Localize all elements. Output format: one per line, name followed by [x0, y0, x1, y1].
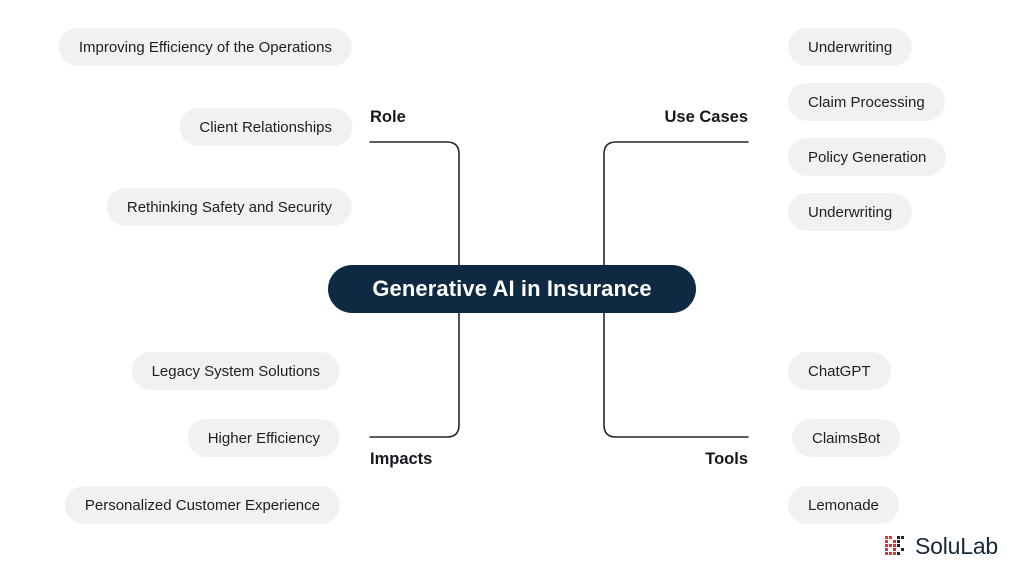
node-label: Legacy System Solutions: [151, 362, 320, 380]
branch-label-tools: Tools: [705, 450, 748, 468]
node-label: Personalized Customer Experience: [84, 496, 320, 514]
node-role-3[interactable]: Rethinking Safety and Security: [106, 188, 352, 226]
solulab-mark-icon: [885, 536, 904, 555]
solulab-wordmark: SoluLab: [915, 532, 999, 559]
node-label: Improving Efficiency of the Operations: [78, 38, 332, 56]
node-label: ChatGPT: [808, 362, 871, 380]
connector-role: [369, 141, 460, 266]
connector-tools: [603, 312, 749, 438]
node-use-cases-2[interactable]: Claim Processing: [788, 83, 945, 121]
node-label: ClaimsBot: [812, 429, 881, 447]
node-use-cases-4[interactable]: Underwriting: [788, 193, 913, 231]
node-impacts-1[interactable]: Legacy System Solutions: [131, 352, 340, 390]
node-label: Rethinking Safety and Security: [126, 198, 332, 216]
node-label: Underwriting: [808, 38, 893, 56]
node-use-cases-3[interactable]: Policy Generation: [788, 138, 947, 176]
node-role-1[interactable]: Improving Efficiency of the Operations: [58, 28, 352, 66]
node-tools-3[interactable]: Lemonade: [788, 486, 899, 524]
node-impacts-2[interactable]: Higher Efficiency: [187, 419, 340, 457]
central-node[interactable]: Generative AI in Insurance: [328, 265, 696, 313]
node-tools-1[interactable]: ChatGPT: [788, 352, 891, 390]
node-label: Claim Processing: [808, 93, 925, 111]
node-label: Lemonade: [808, 496, 879, 514]
connector-impacts: [369, 312, 460, 438]
node-label: Underwriting: [808, 203, 893, 221]
branch-label-use-cases: Use Cases: [664, 108, 748, 126]
solulab-logo: SoluLab: [884, 534, 998, 558]
node-tools-2[interactable]: ClaimsBot: [792, 419, 901, 457]
mindmap-canvas: Generative AI in Insurance Role Use Case…: [0, 0, 1024, 576]
node-label: Policy Generation: [808, 148, 927, 166]
branch-label-role: Role: [370, 108, 406, 126]
node-impacts-3[interactable]: Personalized Customer Experience: [64, 486, 340, 524]
branch-label-impacts: Impacts: [370, 450, 433, 468]
node-role-2[interactable]: Client Relationships: [179, 108, 352, 146]
node-label: Client Relationships: [199, 118, 332, 136]
central-node-label: Generative AI in Insurance: [372, 276, 652, 301]
node-label: Higher Efficiency: [207, 429, 320, 447]
connector-use-cases: [603, 141, 749, 266]
node-use-cases-1[interactable]: Underwriting: [788, 28, 913, 66]
